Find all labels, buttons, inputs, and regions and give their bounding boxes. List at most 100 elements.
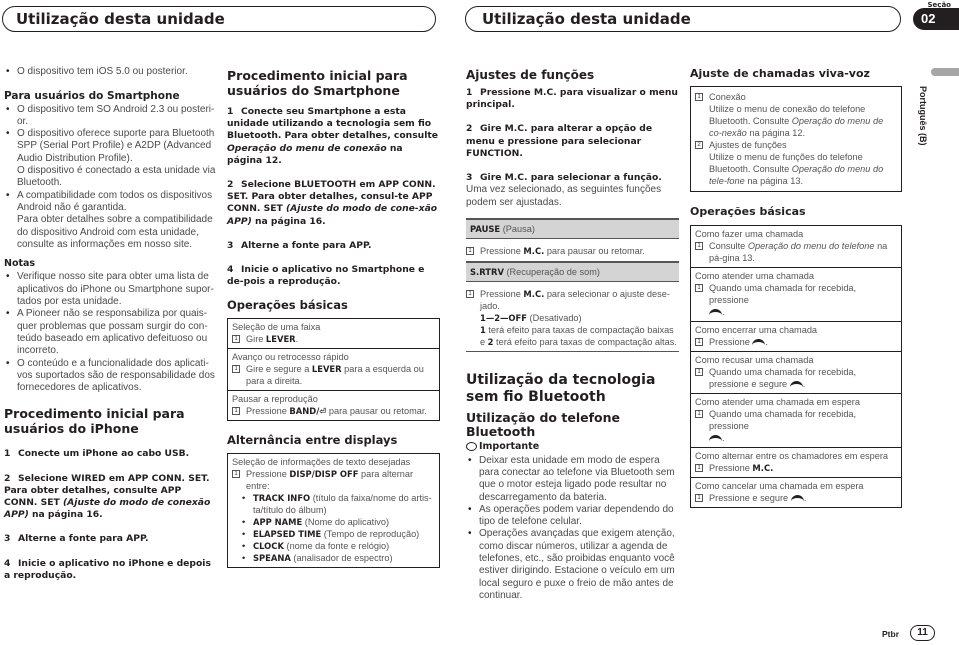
op-text: Quando uma chamada for recebida, pressio…: [709, 282, 857, 305]
function-name: S.RTRV: [470, 267, 504, 278]
op-text: .: [722, 432, 725, 443]
step-number: 2: [466, 123, 473, 135]
list-item: O dispositivo oferece suporte para Bluet…: [4, 128, 216, 189]
mode-name: APP NAME: [253, 517, 303, 528]
step-extra-end: na página 16.: [28, 509, 103, 521]
op-title: Seleção de uma faixa: [232, 322, 321, 333]
op-row: Como atender uma chamada 1 Quando uma cha…: [691, 266, 901, 321]
control-name: LEVER: [311, 364, 342, 375]
important-list: Deixar esta unidade em modo de espera pa…: [466, 455, 679, 603]
step-marker-icon: 1: [695, 409, 703, 418]
list-item: A Pioneer não se responsabiliza por quai…: [4, 308, 216, 357]
bullet-text: O dispositivo oferece suporte para Bluet…: [17, 128, 215, 164]
page-number: 11: [910, 625, 935, 641]
step-number: 4: [227, 264, 234, 276]
step-marker-icon: 1: [695, 337, 703, 346]
op-text: .: [295, 334, 299, 345]
item-end: na página 13.: [744, 176, 804, 187]
displays-box: Seleção de informações de texto desejada…: [227, 453, 440, 569]
step-number: 3: [4, 533, 11, 545]
op-row: Como cancelar uma chamada em espera 1 Pre…: [691, 476, 901, 507]
op-title: Como alternar entre os chamadores em esp…: [695, 450, 889, 461]
list-item: A compatibilidade com todos os dispositi…: [4, 190, 216, 251]
handsfree-item: 1 Conexão Utilize o menu de conexão do tel…: [695, 91, 897, 139]
list-item: Deixar esta unidade em modo de espera pa…: [466, 455, 679, 504]
smartphone-requirements: O dispositivo tem SO Android 2.3 ou post…: [4, 104, 216, 252]
list-item: SPEANA (analisador de espectro): [240, 552, 435, 564]
op-row: Como encerrar uma chamada 1 Pressione .: [691, 320, 901, 351]
important-icon: [466, 442, 477, 452]
step-number: 1: [466, 87, 473, 98]
op-title: Avanço ou retrocesso rápido: [232, 352, 349, 363]
functions-heading: Ajustes de funções: [466, 68, 595, 82]
pause-body: 1 Pressione M.C. para pausar ou retomar.: [466, 239, 679, 260]
op-step: 1 Pressione .: [695, 336, 897, 348]
step-marker-icon: 1: [466, 290, 474, 299]
column-3: Ajustes de funções 1 Pressione M.C. para …: [466, 66, 679, 602]
step-number: 1: [4, 448, 11, 460]
op-text: Consulte: [709, 240, 748, 251]
control-name: DISP/DISP OFF: [289, 469, 359, 480]
op-row: Pausar a reprodução 1 Pressione BAND/⏎ pa…: [228, 390, 439, 420]
op-step: 1 Pressione e segure .: [695, 492, 897, 504]
op-row: Avanço ou retrocesso rápido 1 Gire e segu…: [228, 348, 439, 390]
page-header-left: Utilização desta unidade: [2, 6, 436, 32]
step-number: 2: [4, 472, 11, 484]
list-item: APP NAME (Nome do aplicativo): [240, 516, 435, 528]
step-text: Inicie o aplicativo no iPhone e depois a…: [4, 557, 211, 581]
step-marker-icon: 2: [695, 141, 703, 150]
smartphone-users-heading: Para usuários do Smartphone: [4, 90, 180, 103]
op-row: Como fazer uma chamada 1 Consulte Operaçã…: [691, 226, 901, 267]
op-step: 1 Pressione BAND/⏎ para pausar ou retomar…: [232, 405, 435, 417]
op-text: Pressione: [246, 406, 290, 417]
display-modes-list: TRACK INFO (título da faixa/nome do arti…: [240, 492, 435, 564]
list-item: As operações podem variar dependendo do …: [466, 504, 679, 529]
displays-heading: Alternância entre displays: [227, 433, 398, 448]
op-row: Seleção de uma faixa 1 Gire LEVER.: [228, 319, 439, 348]
srtrv-bar: S.RTRV (Recuperação de som): [466, 261, 679, 283]
op-step: 1 Pressione M.C.: [695, 462, 897, 474]
mode-name: SPEANA: [253, 553, 291, 564]
step-text: Pressione M.C. para visualizar o menu pr…: [466, 87, 678, 111]
step-number: 3: [227, 239, 234, 251]
phone-icon: [789, 381, 803, 387]
column-4: Ajuste de chamadas viva-voz 1 Conexão Util…: [690, 66, 902, 508]
important-text: Importante: [479, 441, 540, 453]
op-title: Como encerrar uma chamada: [695, 324, 818, 335]
phone-icon: [752, 339, 766, 345]
function-step-1: 1 Pressione M.C. para visualizar o menu p…: [466, 87, 679, 111]
function-desc: (Pausa): [500, 223, 535, 234]
mode-desc: (Tempo de reprodução): [321, 529, 420, 540]
step-marker-icon: 1: [695, 93, 703, 102]
pause-bar: PAUSE (Pausa): [466, 217, 679, 240]
step-number: 1: [227, 106, 234, 117]
handsfree-box: 1 Conexão Utilize o menu de conexão do tel…: [690, 86, 902, 193]
iphone-procedure-heading: Procedimento inicial para usuários do iP…: [4, 406, 185, 437]
op-link[interactable]: Operação do menu do telefone: [748, 241, 875, 251]
op-title: Como fazer uma chamada: [695, 228, 804, 239]
op-text: para pausar ou retomar.: [326, 406, 427, 417]
mode-desc: (nome da fonte e relógio): [283, 541, 390, 552]
smartphone-step-2: 2 Selecione BLUETOOTH em APP CONN. SET. P…: [227, 179, 440, 228]
basic-ops-heading: Operações básicas: [227, 298, 348, 313]
iphone-step-3: 3 Alterne a fonte para APP.: [4, 533, 216, 545]
section-badge: 02: [913, 8, 959, 30]
column-2: Procedimento inicial para usuários do Sm…: [227, 66, 440, 569]
step-marker-icon: 1: [232, 335, 240, 344]
bluetooth-heading: Utilização da tecnologia sem fio Bluetoo…: [466, 372, 656, 406]
control-name: M.C.: [523, 289, 545, 300]
step-marker-icon: 1: [232, 365, 240, 374]
step-marker-icon: 1: [695, 367, 703, 376]
step-link[interactable]: Operação do menu de conexão: [227, 143, 387, 154]
function-step-3: 3 Gire M.C. para selecionar a função.: [466, 172, 679, 184]
op-text: Pressione e segure: [709, 492, 791, 503]
basic-ops-box: Seleção de uma faixa 1 Gire LEVER. Avanço…: [227, 318, 440, 422]
list-item: Operações avançadas que exigem atenção, …: [466, 528, 679, 602]
bullet-text: A compatibilidade com todos os dispositi…: [17, 189, 213, 213]
op-title: Pausar a reprodução: [232, 394, 318, 405]
function-name: PAUSE: [470, 223, 501, 234]
displays-step: 1 Pressione DISP/DISP OFF para alternar e…: [232, 468, 435, 492]
step-text: Conecte seu Smartphone a esta unidade ut…: [227, 106, 438, 142]
step-number: 2: [227, 179, 234, 191]
phone-icon: [709, 309, 722, 315]
